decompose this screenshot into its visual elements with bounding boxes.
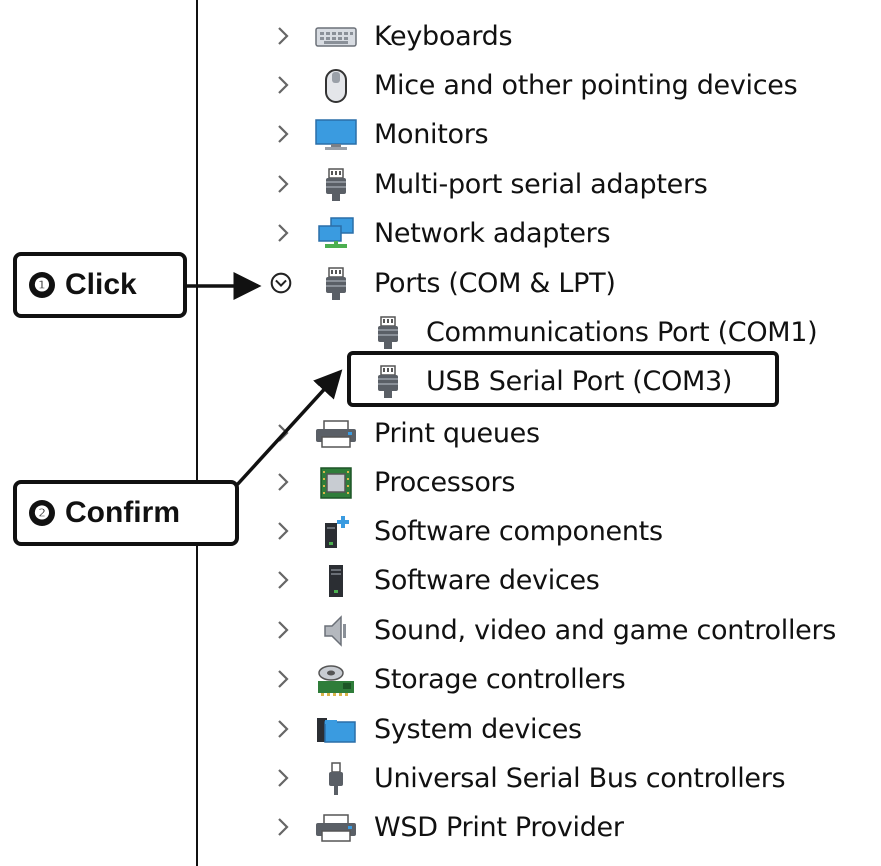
arrow-confirm [234, 369, 343, 488]
callout-click: ❶ Click [13, 252, 187, 318]
step-number-badge: ❶ [29, 272, 55, 298]
step-number-badge: ❷ [29, 500, 55, 526]
callout-label: Confirm [65, 496, 180, 529]
callout-label: Click [65, 268, 137, 301]
callout-arrows [186, 272, 343, 488]
callout-confirm: ❷ Confirm [13, 480, 239, 546]
